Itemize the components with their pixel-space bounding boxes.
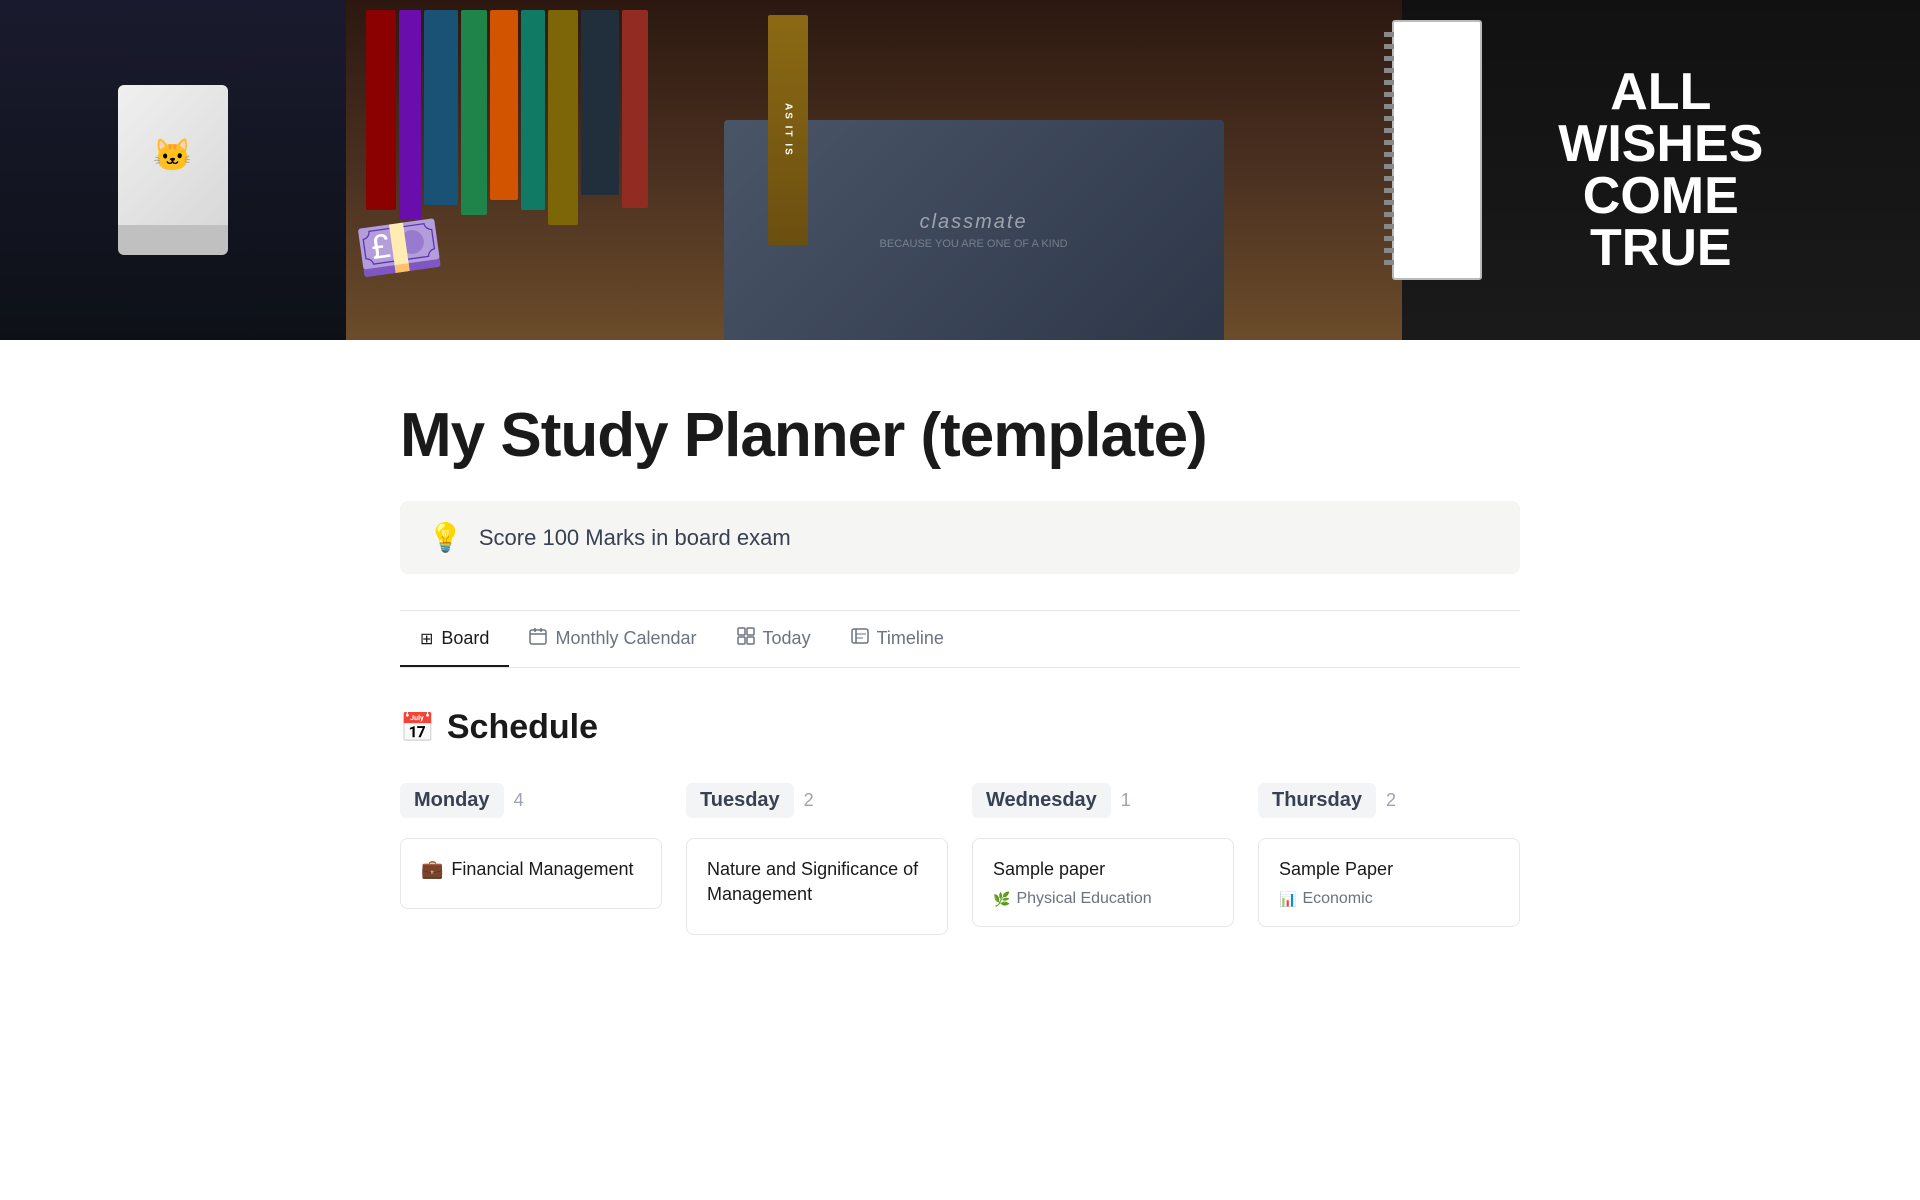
tab-monthly-calendar-label: Monthly Calendar [555,628,696,649]
hero-banner: 🐱 classmate BECAUSE YOU ARE ONE OF [0,0,1920,340]
tuesday-label: Tuesday [686,783,794,818]
tabs-bar: ⊞ Board Monthly Calendar [400,611,1520,668]
thursday-label: Thursday [1258,783,1376,818]
wednesday-card-1-title: Sample paper [993,857,1213,882]
monday-label: Monday [400,783,504,818]
today-icon [737,627,755,650]
tuesday-card-1[interactable]: Nature and Significance of Management [686,838,948,934]
schedule-title: Schedule [447,708,598,747]
tab-board-label: Board [441,628,489,649]
timeline-icon [851,627,869,650]
tuesday-card-1-title: Nature and Significance of Management [707,857,927,907]
column-tuesday-header: Tuesday 2 [686,775,948,826]
goal-callout: 💡 Score 100 Marks in board exam [400,501,1520,574]
goal-text: Score 100 Marks in board exam [479,525,791,551]
column-monday-header: Monday 4 [400,775,662,826]
monday-count: 4 [514,790,524,811]
tab-board[interactable]: ⊞ Board [400,612,509,667]
plant-icon: 🌿 [993,891,1010,908]
wednesday-count: 1 [1121,790,1131,811]
board-icon: ⊞ [420,629,433,649]
column-thursday-header: Thursday 2 [1258,775,1520,826]
page-title: My Study Planner (template) [400,400,1520,471]
monday-card-1-title: 💼Financial Management [421,857,641,882]
wednesday-label: Wednesday [972,783,1111,818]
schedule-header: 📅 Schedule [400,708,1520,747]
schedule-emoji: 📅 [400,711,435,744]
tuesday-count: 2 [804,790,814,811]
briefcase-icon: 💼 [421,859,443,879]
column-monday: Monday 4 💼Financial Management [400,775,662,934]
thursday-card-1-title: Sample Paper [1279,857,1499,882]
thursday-count: 2 [1386,790,1396,811]
thursday-card-1[interactable]: Sample Paper 📊 Economic [1258,838,1520,927]
monthly-calendar-icon [529,627,547,650]
money-emoji: 💷 [350,202,448,295]
tab-today-label: Today [763,628,811,649]
wednesday-card-1-subtitle: 🌿 Physical Education [993,890,1213,908]
thursday-subtitle-text: Economic [1302,890,1372,908]
column-tuesday: Tuesday 2 Nature and Significance of Man… [686,775,948,934]
wednesday-card-1[interactable]: Sample paper 🌿 Physical Education [972,838,1234,927]
column-wednesday-header: Wednesday 1 [972,775,1234,826]
tab-timeline[interactable]: Timeline [831,611,964,668]
goal-icon: 💡 [428,521,463,554]
board-columns: Monday 4 💼Financial Management Tuesday 2… [400,775,1520,934]
column-wednesday: Wednesday 1 Sample paper 🌿 Physical Educ… [972,775,1234,934]
monday-card-1[interactable]: 💼Financial Management [400,838,662,909]
wednesday-subtitle-text: Physical Education [1016,890,1151,908]
column-thursday: Thursday 2 Sample Paper 📊 Economic [1258,775,1520,934]
tab-today[interactable]: Today [717,611,831,668]
tab-monthly-calendar[interactable]: Monthly Calendar [509,611,716,668]
tab-timeline-label: Timeline [877,628,944,649]
all-wishes-text: ALLWISHESComeTRUE [1538,46,1783,294]
bottom-fade [0,1120,1920,1200]
chart-icon: 📊 [1279,891,1296,908]
thursday-card-1-subtitle: 📊 Economic [1279,890,1499,908]
